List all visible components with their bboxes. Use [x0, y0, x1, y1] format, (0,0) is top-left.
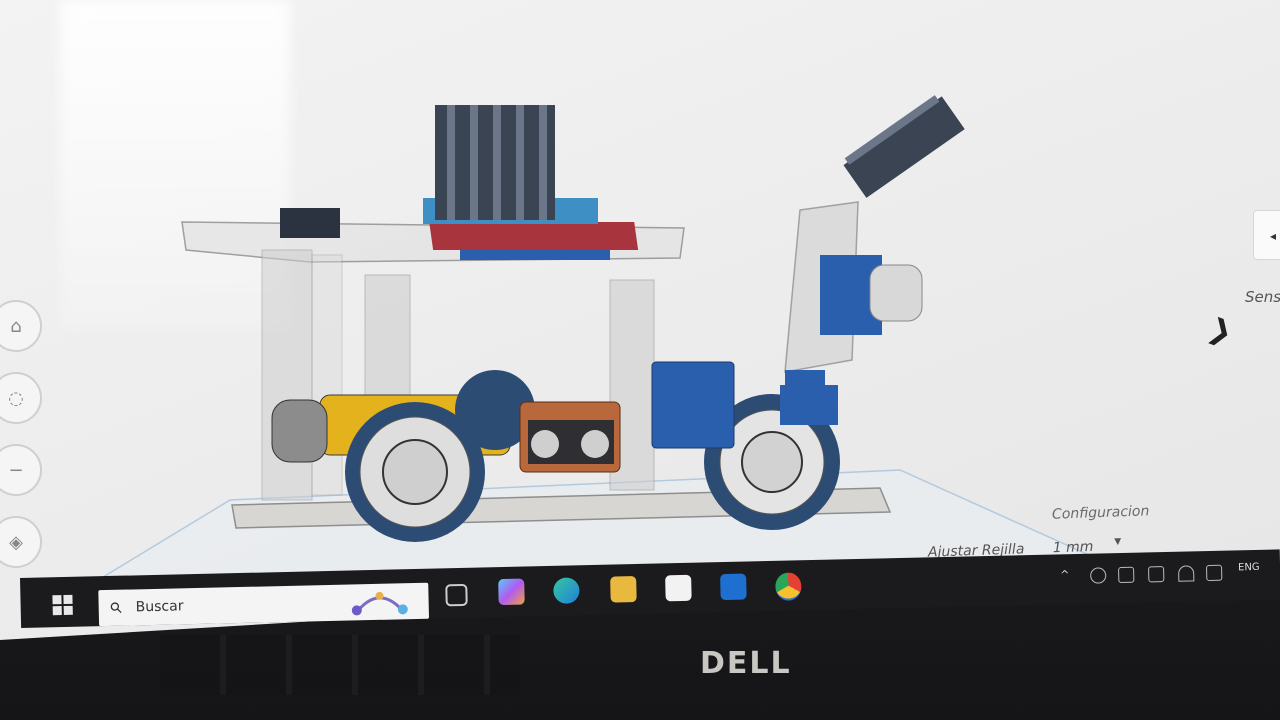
volume-icon[interactable]: [1206, 564, 1223, 582]
dell-logo: DELL: [700, 646, 792, 681]
panel-section-label: Sens: [1245, 288, 1280, 306]
blue-strip[interactable]: [460, 250, 610, 260]
caret-down-icon: ▼: [1114, 536, 1122, 548]
language-indicator[interactable]: ENG: [1238, 562, 1260, 573]
settings-link[interactable]: Configuracion: [1052, 503, 1150, 522]
shapes-panel: ◂ Sens ❯: [1195, 180, 1280, 540]
tower-cylinder[interactable]: [869, 264, 923, 322]
search-placeholder: Buscar: [135, 598, 184, 616]
tray-icon-1[interactable]: [1090, 567, 1107, 584]
small-connector[interactable]: [280, 208, 340, 238]
chevron-right-icon[interactable]: ❯: [1204, 311, 1237, 350]
zoom-fit-icon[interactable]: ◌: [0, 372, 42, 424]
home-view-icon[interactable]: ⌂: [0, 300, 42, 352]
outlook-icon[interactable]: [720, 573, 747, 601]
taskbar-search[interactable]: ⚲ Buscar: [98, 582, 430, 627]
store-icon[interactable]: [665, 574, 692, 602]
tilted-heatsink[interactable]: [841, 92, 965, 198]
panel-dropdown[interactable]: ◂: [1253, 210, 1280, 260]
tinkercad-workspace[interactable]: ⌂ ◌ − ◈ ◂ Sens ❯ Configuracion Ajustar R…: [0, 0, 1280, 640]
tray-icon-3[interactable]: [1148, 566, 1165, 583]
ortho-view-icon[interactable]: ◈: [0, 516, 42, 568]
zoom-out-icon[interactable]: −: [0, 444, 42, 496]
search-highlight-icon: [351, 591, 408, 616]
blue-box[interactable]: [651, 361, 735, 449]
file-explorer-icon[interactable]: [610, 576, 637, 603]
tray-icon-2[interactable]: [1118, 566, 1135, 584]
left-toolbar: ⌂ ◌ − ◈: [0, 300, 50, 588]
edge-icon[interactable]: [553, 577, 580, 604]
red-driver-board[interactable]: [429, 222, 639, 250]
front-left-wheel[interactable]: [345, 402, 485, 542]
blue-mount[interactable]: [780, 385, 838, 425]
motor-can[interactable]: [271, 399, 328, 463]
heatsink[interactable]: [435, 105, 555, 220]
chevron-up-icon[interactable]: ^: [1060, 568, 1074, 582]
windows-start-icon[interactable]: [52, 594, 73, 616]
system-tray: ^ ENG: [1060, 557, 1280, 592]
wifi-icon[interactable]: [1178, 565, 1195, 582]
task-view-icon[interactable]: [445, 583, 468, 607]
copilot-icon[interactable]: [498, 578, 525, 606]
keyboard-keys: [160, 635, 520, 695]
column-mid[interactable]: [364, 274, 411, 396]
sensor-eye-left: [531, 430, 559, 458]
search-icon: ⚲: [105, 597, 127, 619]
chrome-icon[interactable]: [775, 572, 802, 601]
sensor-eye-right: [581, 430, 609, 458]
